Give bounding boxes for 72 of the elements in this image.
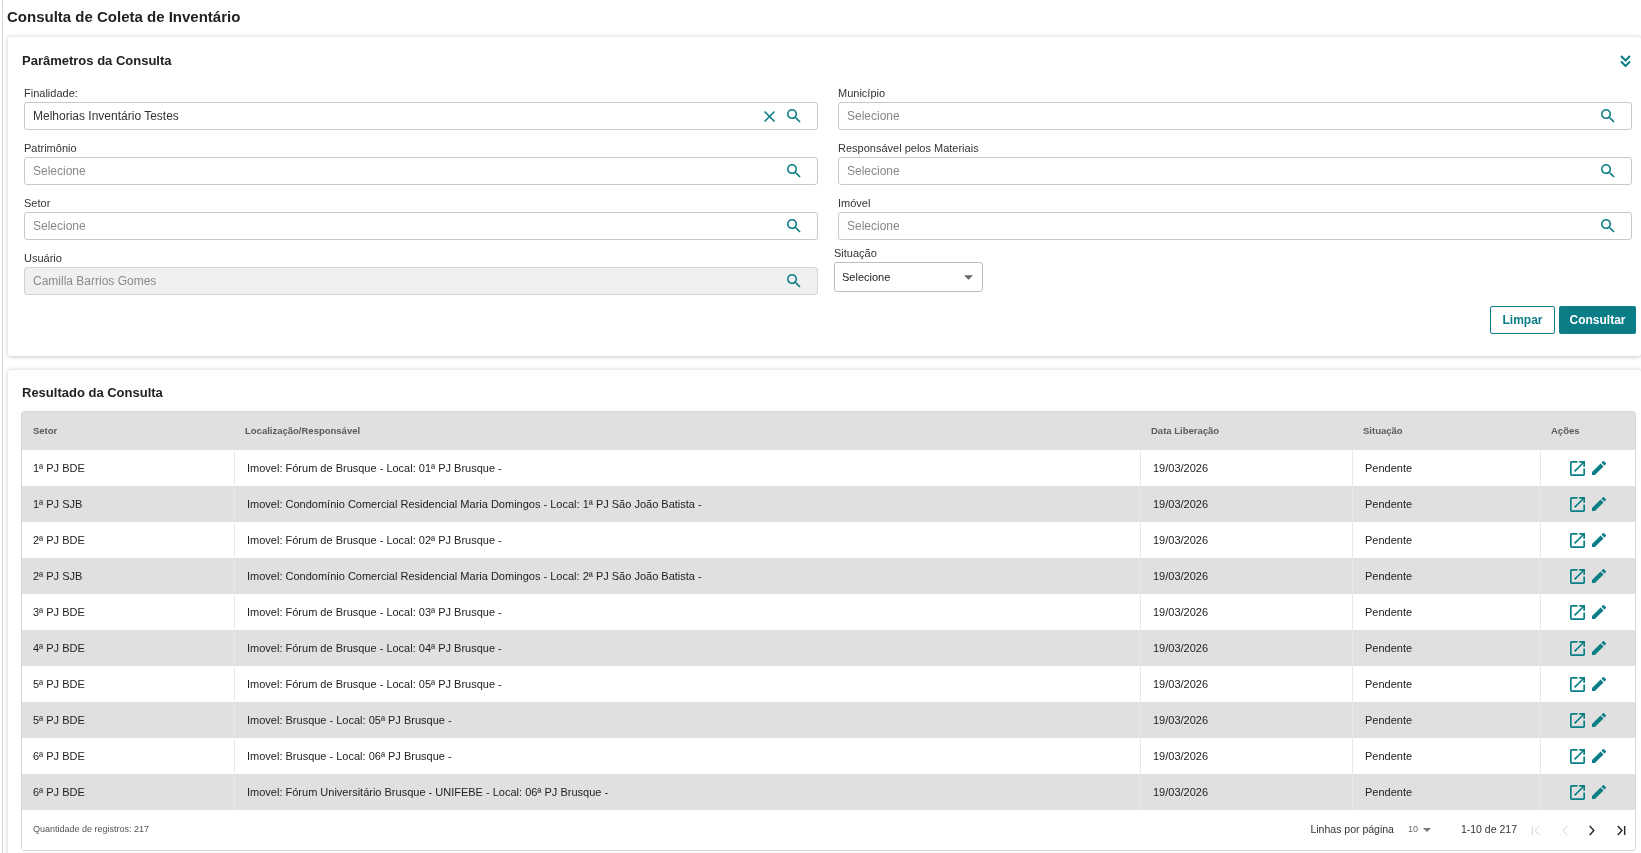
pencil-icon[interactable]	[1592, 677, 1606, 691]
pencil-icon[interactable]	[1592, 749, 1606, 763]
column-header: Ações	[1550, 423, 1581, 438]
last-page-icon[interactable]	[1616, 824, 1626, 836]
panel-title: Resultado da Consulta	[21, 384, 164, 402]
table-cell-text: 2ª PJ SJB	[32, 568, 84, 584]
page-title: Consulta de Coleta de Inventário	[6, 7, 242, 27]
lookup-field[interactable]: Melhorias Inventário Testes	[24, 102, 818, 130]
external-link-icon[interactable]	[1570, 748, 1585, 764]
double-chevron-down-icon[interactable]	[1620, 55, 1631, 67]
search-icon[interactable]	[1601, 109, 1615, 123]
external-link-icon[interactable]	[1570, 496, 1585, 512]
pencil-icon[interactable]	[1592, 605, 1606, 619]
external-link-icon[interactable]	[1570, 784, 1585, 800]
outline-button[interactable]: Limpar	[1490, 306, 1555, 334]
external-link-icon[interactable]	[1570, 712, 1585, 728]
record-count: Quantidade de registros: 217	[33, 823, 150, 837]
lookup-field[interactable]: Selecione	[24, 212, 818, 240]
field-label: Imóvel	[838, 196, 872, 211]
table-cell-text: 4ª PJ BDE	[32, 640, 86, 656]
external-link-icon[interactable]	[1570, 460, 1585, 476]
dropdown[interactable]: Selecione	[834, 262, 983, 292]
external-link-icon[interactable]	[1570, 568, 1585, 584]
primary-button[interactable]: Consultar	[1559, 306, 1636, 334]
field-label: Finalidade:	[24, 86, 79, 101]
pencil-icon[interactable]	[1592, 569, 1606, 583]
search-icon[interactable]	[1601, 164, 1615, 178]
caret-down-icon	[964, 274, 973, 280]
lookup-field[interactable]: Selecione	[24, 157, 818, 185]
table-cell-text: 6ª PJ BDE	[32, 748, 86, 764]
close-icon[interactable]	[764, 110, 775, 122]
column-header: Localização/Responsável	[244, 423, 362, 438]
external-link-icon[interactable]	[1570, 532, 1585, 548]
pencil-icon[interactable]	[1592, 497, 1606, 511]
pencil-icon[interactable]	[1592, 785, 1606, 799]
search-icon[interactable]	[787, 274, 801, 288]
column-header: Data Liberação	[1150, 423, 1221, 438]
table-cell-text: 2ª PJ BDE	[32, 532, 86, 548]
panel-title: Parâmetros da Consulta	[22, 52, 172, 71]
column-header: Setor	[32, 423, 59, 438]
table-cell-text: 5ª PJ BDE	[32, 712, 86, 728]
lookup-field[interactable]: Selecione	[838, 212, 1632, 240]
chevron-right-icon[interactable]	[1589, 824, 1595, 836]
pencil-icon[interactable]	[1592, 461, 1606, 475]
field-label: Patrimônio	[24, 141, 78, 156]
field-label: Situação	[834, 246, 878, 261]
search-icon[interactable]	[787, 164, 801, 178]
lookup-field[interactable]: Selecione	[838, 157, 1632, 185]
search-icon[interactable]	[1601, 219, 1615, 233]
external-link-icon[interactable]	[1570, 676, 1585, 692]
rows-per-page-dropdown[interactable]: 10	[1407, 823, 1431, 837]
lookup-field[interactable]: Selecione	[838, 102, 1632, 130]
field-label: Usuário	[24, 251, 63, 266]
table-cell-text: 1ª PJ SJB	[32, 496, 84, 512]
search-icon[interactable]	[787, 219, 801, 233]
pencil-icon[interactable]	[1592, 533, 1606, 547]
table-cell-text: 1ª PJ BDE	[32, 460, 86, 476]
field-label: Responsável pelos Materiais	[838, 141, 980, 156]
external-link-icon[interactable]	[1570, 604, 1585, 620]
external-link-icon[interactable]	[1570, 640, 1585, 656]
table-cell-text: 5ª PJ BDE	[32, 676, 86, 692]
rows-per-page-label: Linhas por página	[1310, 822, 1394, 838]
search-icon[interactable]	[787, 109, 801, 123]
table-cell-text: 3ª PJ BDE	[32, 604, 86, 620]
column-header: Situação	[1362, 423, 1404, 438]
page-range: 1-10 de 217	[1460, 822, 1517, 838]
pencil-icon[interactable]	[1592, 641, 1606, 655]
field-label: Município	[838, 86, 887, 101]
caret-down-icon	[1422, 828, 1431, 832]
pencil-icon[interactable]	[1592, 713, 1606, 727]
table-cell-text: 6ª PJ BDE	[32, 784, 86, 800]
field-label: Setor	[24, 196, 52, 211]
